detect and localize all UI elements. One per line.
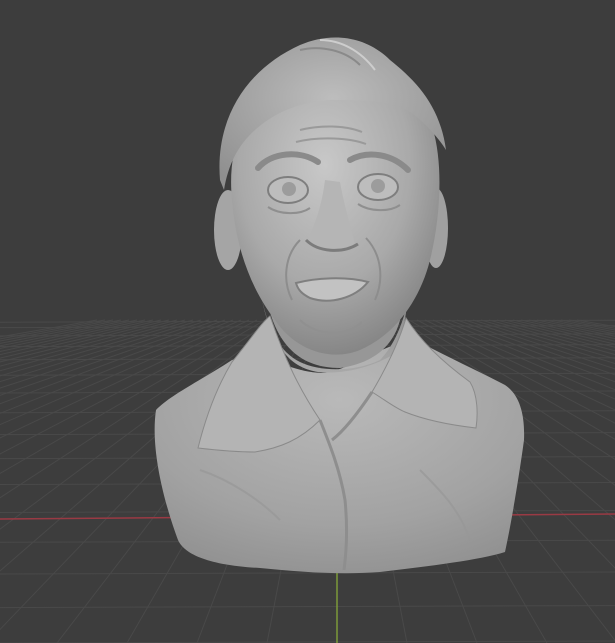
bust-model[interactable] (154, 37, 525, 574)
3d-viewport[interactable] (0, 0, 615, 643)
